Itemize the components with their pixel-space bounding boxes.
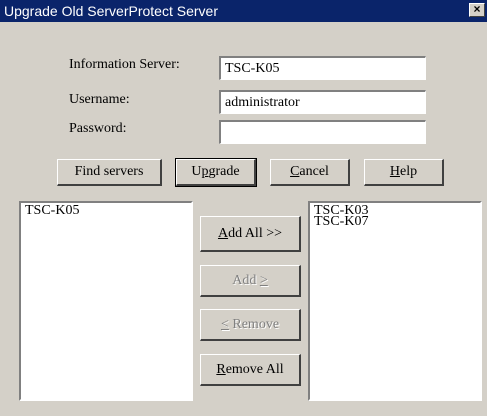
title-bar: Upgrade Old ServerProtect Server × [0,0,487,22]
upgrade-button[interactable]: Upgrade [175,158,257,187]
list-item[interactable]: TSC-K05 [25,204,187,218]
remove-label: < Remove [220,317,280,332]
list-item[interactable]: TSC-K07 [314,215,476,229]
info-server-input[interactable]: TSC-K05 [219,56,426,80]
help-button[interactable]: Help [364,159,444,186]
remove-button[interactable]: < Remove [200,309,301,341]
remove-all-button[interactable]: Remove All [200,354,301,386]
help-label: Help [389,164,418,179]
info-server-label: Information Server: [69,57,180,72]
add-all-label: Add All >> [217,226,283,241]
available-servers-list[interactable]: TSC-K05 [19,201,193,401]
username-label: Username: [69,92,130,107]
cancel-label: Cancel [290,164,329,179]
username-input[interactable]: administrator [219,90,426,114]
add-button[interactable]: Add > [200,265,301,297]
add-all-button[interactable]: Add All >> [200,216,301,252]
find-servers-button[interactable]: Find servers [57,159,162,186]
upgrade-label: Upgrade [191,164,240,179]
selected-servers-list[interactable]: TSC-K03 TSC-K07 [308,201,482,401]
add-label: Add > [232,273,268,288]
password-input[interactable] [219,120,426,144]
close-icon: × [473,2,481,16]
password-label: Password: [69,121,127,136]
remove-all-label: Remove All [216,362,284,377]
window-title: Upgrade Old ServerProtect Server [4,3,218,19]
close-button[interactable]: × [469,3,485,17]
cancel-button[interactable]: Cancel [270,159,350,186]
find-servers-label: Find servers [74,164,144,179]
